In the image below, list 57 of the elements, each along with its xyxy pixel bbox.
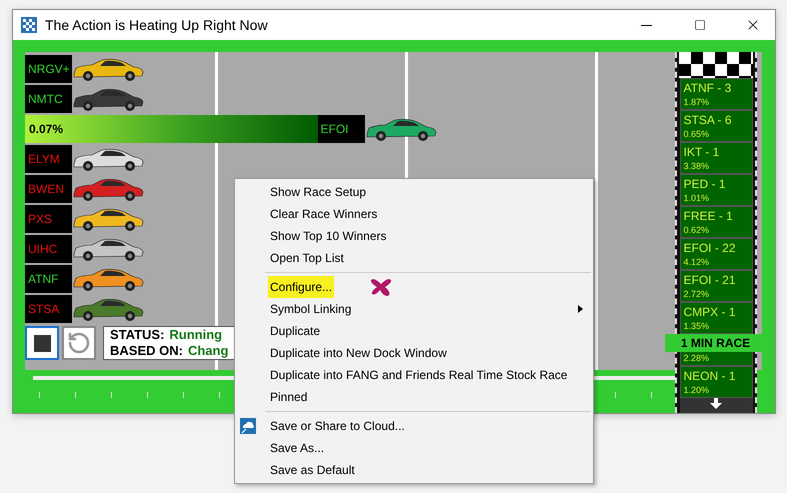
symbol-label: EFOI xyxy=(318,115,364,143)
winner-percent: 1.20% xyxy=(684,384,710,397)
symbol-label: BWEN xyxy=(25,175,72,203)
winner-percent: 2.28% xyxy=(684,352,710,365)
checkered-flag-icon xyxy=(21,17,37,33)
winner-name: EFOI - 22 xyxy=(684,241,737,256)
menu-item[interactable]: Pinned xyxy=(235,386,593,408)
status-label: BASED ON: xyxy=(110,343,183,359)
menu-item[interactable]: Show Race Setup xyxy=(235,181,593,203)
menu-item[interactable]: Duplicate xyxy=(235,320,593,342)
minimize-icon xyxy=(641,24,652,26)
winner-name: STSA - 6 xyxy=(684,113,733,128)
symbol-label: NMTC xyxy=(25,85,72,113)
winner-percent: 0.62% xyxy=(684,224,710,237)
winner-name: FREE - 1 xyxy=(684,209,734,224)
symbol-label: ATNF xyxy=(25,265,72,293)
winner-name: ATNF - 3 xyxy=(684,81,732,96)
menu-item[interactable]: Clear Race Winners xyxy=(235,203,593,225)
winner-name: CMPX - 1 xyxy=(684,305,737,320)
symbol-label: ELYM xyxy=(25,145,72,173)
menu-item[interactable]: Duplicate into FANG and Friends Real Time Stock Race xyxy=(235,364,593,386)
stop-button[interactable] xyxy=(25,326,59,360)
winner-name: IKT - 1 xyxy=(684,145,720,160)
restart-button[interactable] xyxy=(62,326,96,360)
submenu-arrow-icon xyxy=(578,305,583,313)
window-title: The Action is Heating Up Right Now xyxy=(45,17,269,33)
menu-item[interactable]: Show Top 10 Winners xyxy=(235,225,593,247)
winner-name: NEON - 1 xyxy=(684,369,737,384)
symbol-label: NRGV+ xyxy=(25,55,72,83)
menu-item[interactable]: Configure... xyxy=(235,276,593,298)
winner-name: PED - 1 xyxy=(684,177,727,192)
maximize-icon xyxy=(694,19,706,31)
menu-item[interactable]: Save as Default xyxy=(235,459,593,481)
symbol-label: PXS xyxy=(25,205,72,233)
down-arrow-icon xyxy=(709,398,723,409)
menu-item[interactable]: Open Top List xyxy=(235,247,593,269)
menu-item[interactable]: Save or Share to Cloud... xyxy=(235,415,593,437)
status-value: Running xyxy=(169,327,222,343)
winner-name: EFOI - 21 xyxy=(684,273,737,288)
winner-percent: 1.35% xyxy=(684,320,710,333)
winner-percent: 4.12% xyxy=(684,256,710,269)
winner-percent: 1.01% xyxy=(684,192,710,205)
percent-label: 0.07% xyxy=(29,122,64,136)
winner-percent: 2.72% xyxy=(684,288,710,301)
menu-item[interactable]: Symbol Linking xyxy=(235,298,593,320)
status-value: Chang xyxy=(188,343,228,359)
symbol-label: STSA xyxy=(25,295,72,323)
menu-item[interactable]: Save As... xyxy=(235,437,593,459)
restart-icon xyxy=(67,331,91,355)
status-label: STATUS: xyxy=(110,327,164,343)
winner-percent: 0.65% xyxy=(684,128,710,141)
winner-percent: 3.38% xyxy=(684,160,710,173)
cloud-icon xyxy=(240,418,256,434)
menu-item[interactable]: Duplicate into New Dock Window xyxy=(235,342,593,364)
checkered-flag-icon xyxy=(679,52,753,78)
symbol-label: UIHC xyxy=(25,235,72,263)
winner-percent: 1.87% xyxy=(684,96,710,109)
